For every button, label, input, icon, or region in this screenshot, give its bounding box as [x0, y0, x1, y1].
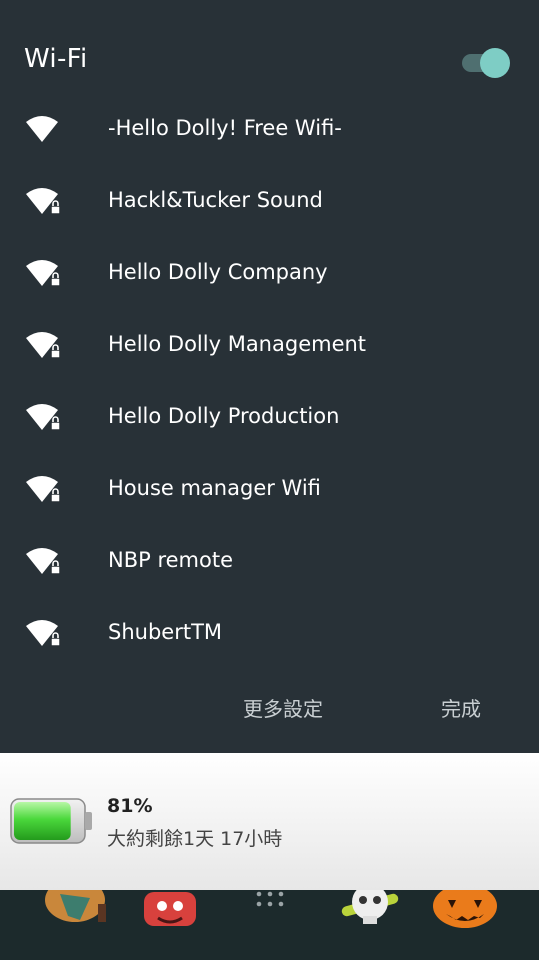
wifi-network-item[interactable]: -Hello Dolly! Free Wifi-	[0, 92, 539, 164]
battery-percent: 81%	[107, 795, 153, 817]
wifi-locked-icon	[26, 260, 61, 287]
pumpkin-app-icon[interactable]	[430, 890, 500, 932]
more-settings-button[interactable]: 更多設定	[243, 692, 323, 726]
wifi-network-name: Hello Dolly Management	[108, 332, 367, 356]
wifi-locked-icon	[26, 332, 61, 359]
wifi-network-item[interactable]: Hello Dolly Management	[0, 308, 539, 380]
wifi-network-item[interactable]: Hello Dolly Company	[0, 236, 539, 308]
wifi-toggle[interactable]	[460, 47, 512, 79]
battery-notification[interactable]: 81% 大約剩餘1天 17小時	[0, 753, 539, 890]
skull-app-icon[interactable]	[335, 890, 405, 930]
wifi-network-name: ShubertTM	[108, 620, 223, 644]
wifi-locked-icon	[26, 476, 61, 503]
wifi-network-item[interactable]: House manager Wifi	[0, 452, 539, 524]
wifi-title: Wi-Fi	[24, 44, 88, 74]
wifi-network-name: House manager Wifi	[108, 476, 321, 500]
wifi-locked-icon	[26, 404, 61, 431]
battery-time-remaining: 大約剩餘1天 17小時	[107, 828, 283, 850]
panel-actions: 更多設定 完成	[0, 692, 539, 726]
home-dock	[0, 890, 539, 960]
wifi-toggle-thumb	[480, 48, 510, 78]
red-creature-app-icon[interactable]	[140, 890, 200, 930]
done-button[interactable]: 完成	[441, 692, 481, 726]
wifi-network-item[interactable]: Hello Dolly Production	[0, 380, 539, 452]
wifi-network-list: -Hello Dolly! Free Wifi- Hackl&Tucker So…	[0, 92, 539, 668]
wifi-locked-icon	[26, 620, 61, 647]
wifi-network-name: Hello Dolly Production	[108, 404, 340, 428]
wifi-locked-icon	[26, 548, 61, 575]
wifi-network-name: Hello Dolly Company	[108, 260, 328, 284]
wifi-network-name: Hackl&Tucker Sound	[108, 188, 323, 212]
wifi-locked-icon	[26, 188, 61, 215]
wifi-quick-panel: Wi-Fi -Hello Dolly! Free Wifi- Hackl&Tuc…	[0, 0, 539, 753]
wifi-network-item[interactable]: NBP remote	[0, 524, 539, 596]
wifi-network-name: NBP remote	[108, 548, 234, 572]
app-drawer-icon[interactable]	[253, 890, 287, 910]
wifi-network-name: -Hello Dolly! Free Wifi-	[108, 116, 342, 140]
witch-app-icon[interactable]	[40, 890, 110, 930]
wifi-network-item[interactable]: Hackl&Tucker Sound	[0, 164, 539, 236]
battery-icon	[10, 798, 92, 844]
wifi-signal-icon	[26, 116, 58, 142]
wifi-network-item[interactable]: ShubertTM	[0, 596, 539, 668]
